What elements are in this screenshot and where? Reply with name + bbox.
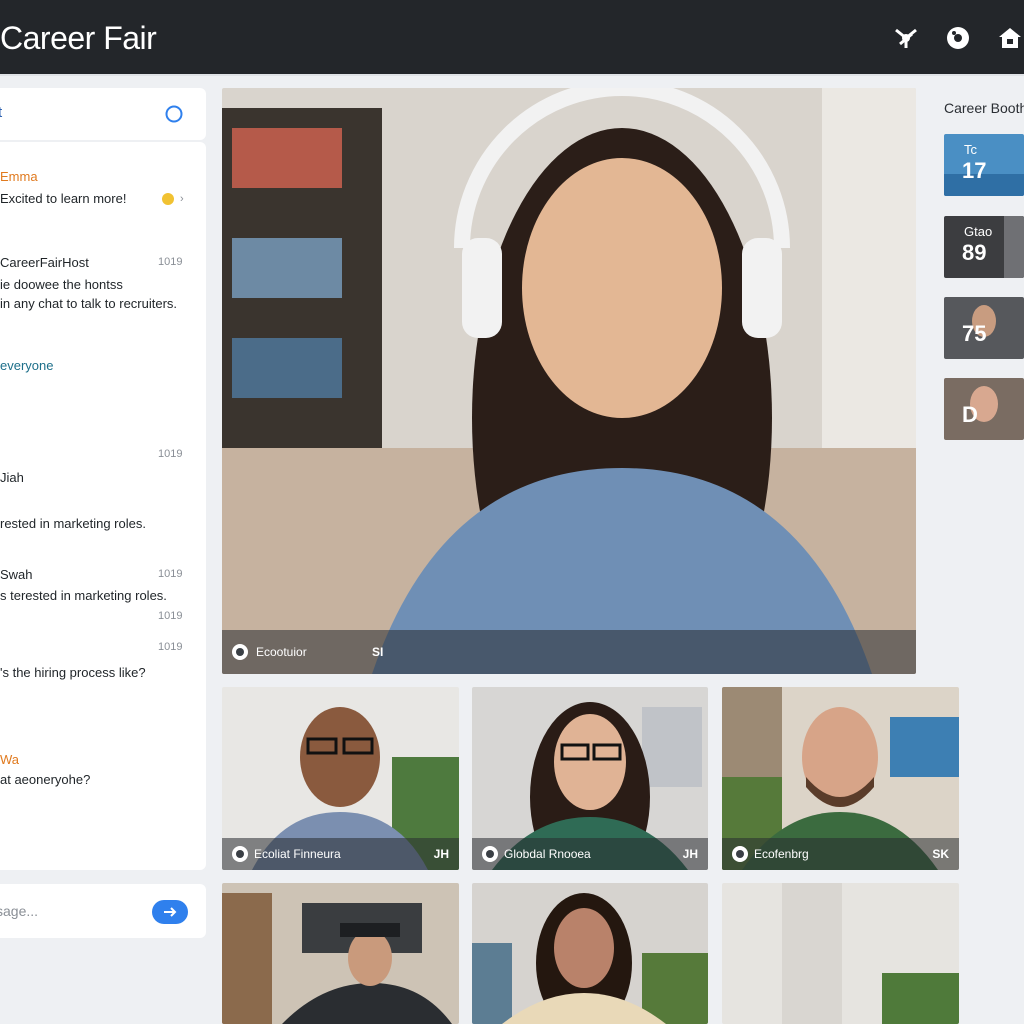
chat-refresh-icon[interactable] bbox=[164, 104, 184, 124]
video-feed bbox=[472, 883, 708, 1024]
participant-name-bar: Ecofenbrg SK bbox=[722, 838, 959, 870]
message-text: 's the hiring process like? bbox=[0, 665, 146, 680]
participant-tag: JH bbox=[433, 847, 449, 861]
mic-icon bbox=[232, 846, 248, 862]
participant-name: Ecofenbrg bbox=[754, 847, 809, 861]
message-text: ie doowee the hontss bbox=[0, 277, 123, 292]
participant-name-bar: Ecootuior SI bbox=[222, 630, 916, 674]
booth-thumbnail bbox=[944, 378, 1024, 440]
participant-name-bar: Ecoliat Finneura JH bbox=[222, 838, 459, 870]
app-title: Career Fair bbox=[0, 20, 157, 56]
home-icon[interactable] bbox=[996, 24, 1024, 52]
booth-number: 17 bbox=[962, 158, 987, 183]
message-sender: Jiah bbox=[0, 470, 24, 485]
booths-title: Career Booths bbox=[944, 100, 1024, 116]
message-text: in any chat to talk to recruiters. bbox=[0, 296, 178, 311]
message-sender: Wa bbox=[0, 752, 20, 767]
booth-card[interactable]: Tc 17 bbox=[944, 134, 1024, 196]
message-time: 1019 bbox=[158, 641, 183, 653]
chat-title: t bbox=[0, 104, 3, 121]
message-time: 1019 bbox=[158, 610, 183, 622]
message-time: 1019 bbox=[158, 448, 183, 460]
settings-icon[interactable] bbox=[892, 24, 920, 52]
mic-icon bbox=[732, 846, 748, 862]
message-time: 1019 bbox=[158, 256, 183, 268]
video-feed bbox=[722, 883, 959, 1024]
send-icon bbox=[164, 907, 177, 917]
video-feed bbox=[222, 883, 459, 1024]
booth-name: Tc bbox=[964, 142, 977, 157]
video-tile[interactable] bbox=[722, 883, 959, 1024]
video-tile[interactable] bbox=[472, 883, 708, 1024]
booth-card[interactable]: D bbox=[944, 378, 1024, 440]
main-video-tile[interactable]: Ecootuior SI bbox=[222, 88, 916, 674]
main-video-feed bbox=[222, 88, 916, 674]
participant-name-bar: Globdal Rnooea JH bbox=[472, 838, 708, 870]
video-tile[interactable]: Ecofenbrg SK bbox=[722, 687, 959, 870]
message-text: rested in marketing roles. bbox=[0, 516, 146, 531]
participant-name: Ecoliat Finneura bbox=[254, 847, 341, 861]
booth-number: 89 bbox=[962, 240, 987, 265]
booth-name: Gtao bbox=[964, 224, 993, 239]
emoji-icon bbox=[162, 193, 174, 205]
booth-number: D bbox=[962, 402, 978, 427]
participant-tag: SI bbox=[372, 645, 384, 659]
top-bar: Career Fair bbox=[0, 0, 1024, 76]
participant-name: Ecootuior bbox=[256, 645, 307, 659]
video-tile[interactable]: Ecoliat Finneura JH bbox=[222, 687, 459, 870]
message-time: 1019 bbox=[158, 568, 183, 580]
message-sender: Emma bbox=[0, 169, 38, 184]
send-button[interactable] bbox=[152, 900, 188, 924]
message-sender: CareerFairHost bbox=[0, 255, 89, 270]
chevron-right-icon: › bbox=[180, 193, 184, 205]
message-text: s terested in marketing roles. bbox=[0, 588, 167, 603]
participant-name: Globdal Rnooea bbox=[504, 847, 591, 861]
participant-tag: JH bbox=[682, 847, 698, 861]
message-sender: Swah bbox=[0, 567, 33, 582]
chat-message-list[interactable] bbox=[0, 142, 206, 870]
participant-tag: SK bbox=[932, 847, 949, 861]
video-tile[interactable]: Globdal Rnooea JH bbox=[472, 687, 708, 870]
message-mention[interactable]: everyone bbox=[0, 358, 53, 373]
video-tile[interactable] bbox=[222, 883, 459, 1024]
message-text: at aeoneryohe? bbox=[0, 772, 91, 787]
booth-card[interactable]: 75 bbox=[944, 297, 1024, 359]
booth-number: 75 bbox=[962, 321, 987, 346]
message-input-placeholder: sage... bbox=[0, 903, 39, 919]
gear-icon[interactable] bbox=[944, 24, 972, 52]
message-text: Excited to learn more! bbox=[0, 191, 127, 206]
mic-icon bbox=[232, 644, 248, 660]
booth-card[interactable]: Gtao 89 bbox=[944, 216, 1024, 278]
mic-icon bbox=[482, 846, 498, 862]
